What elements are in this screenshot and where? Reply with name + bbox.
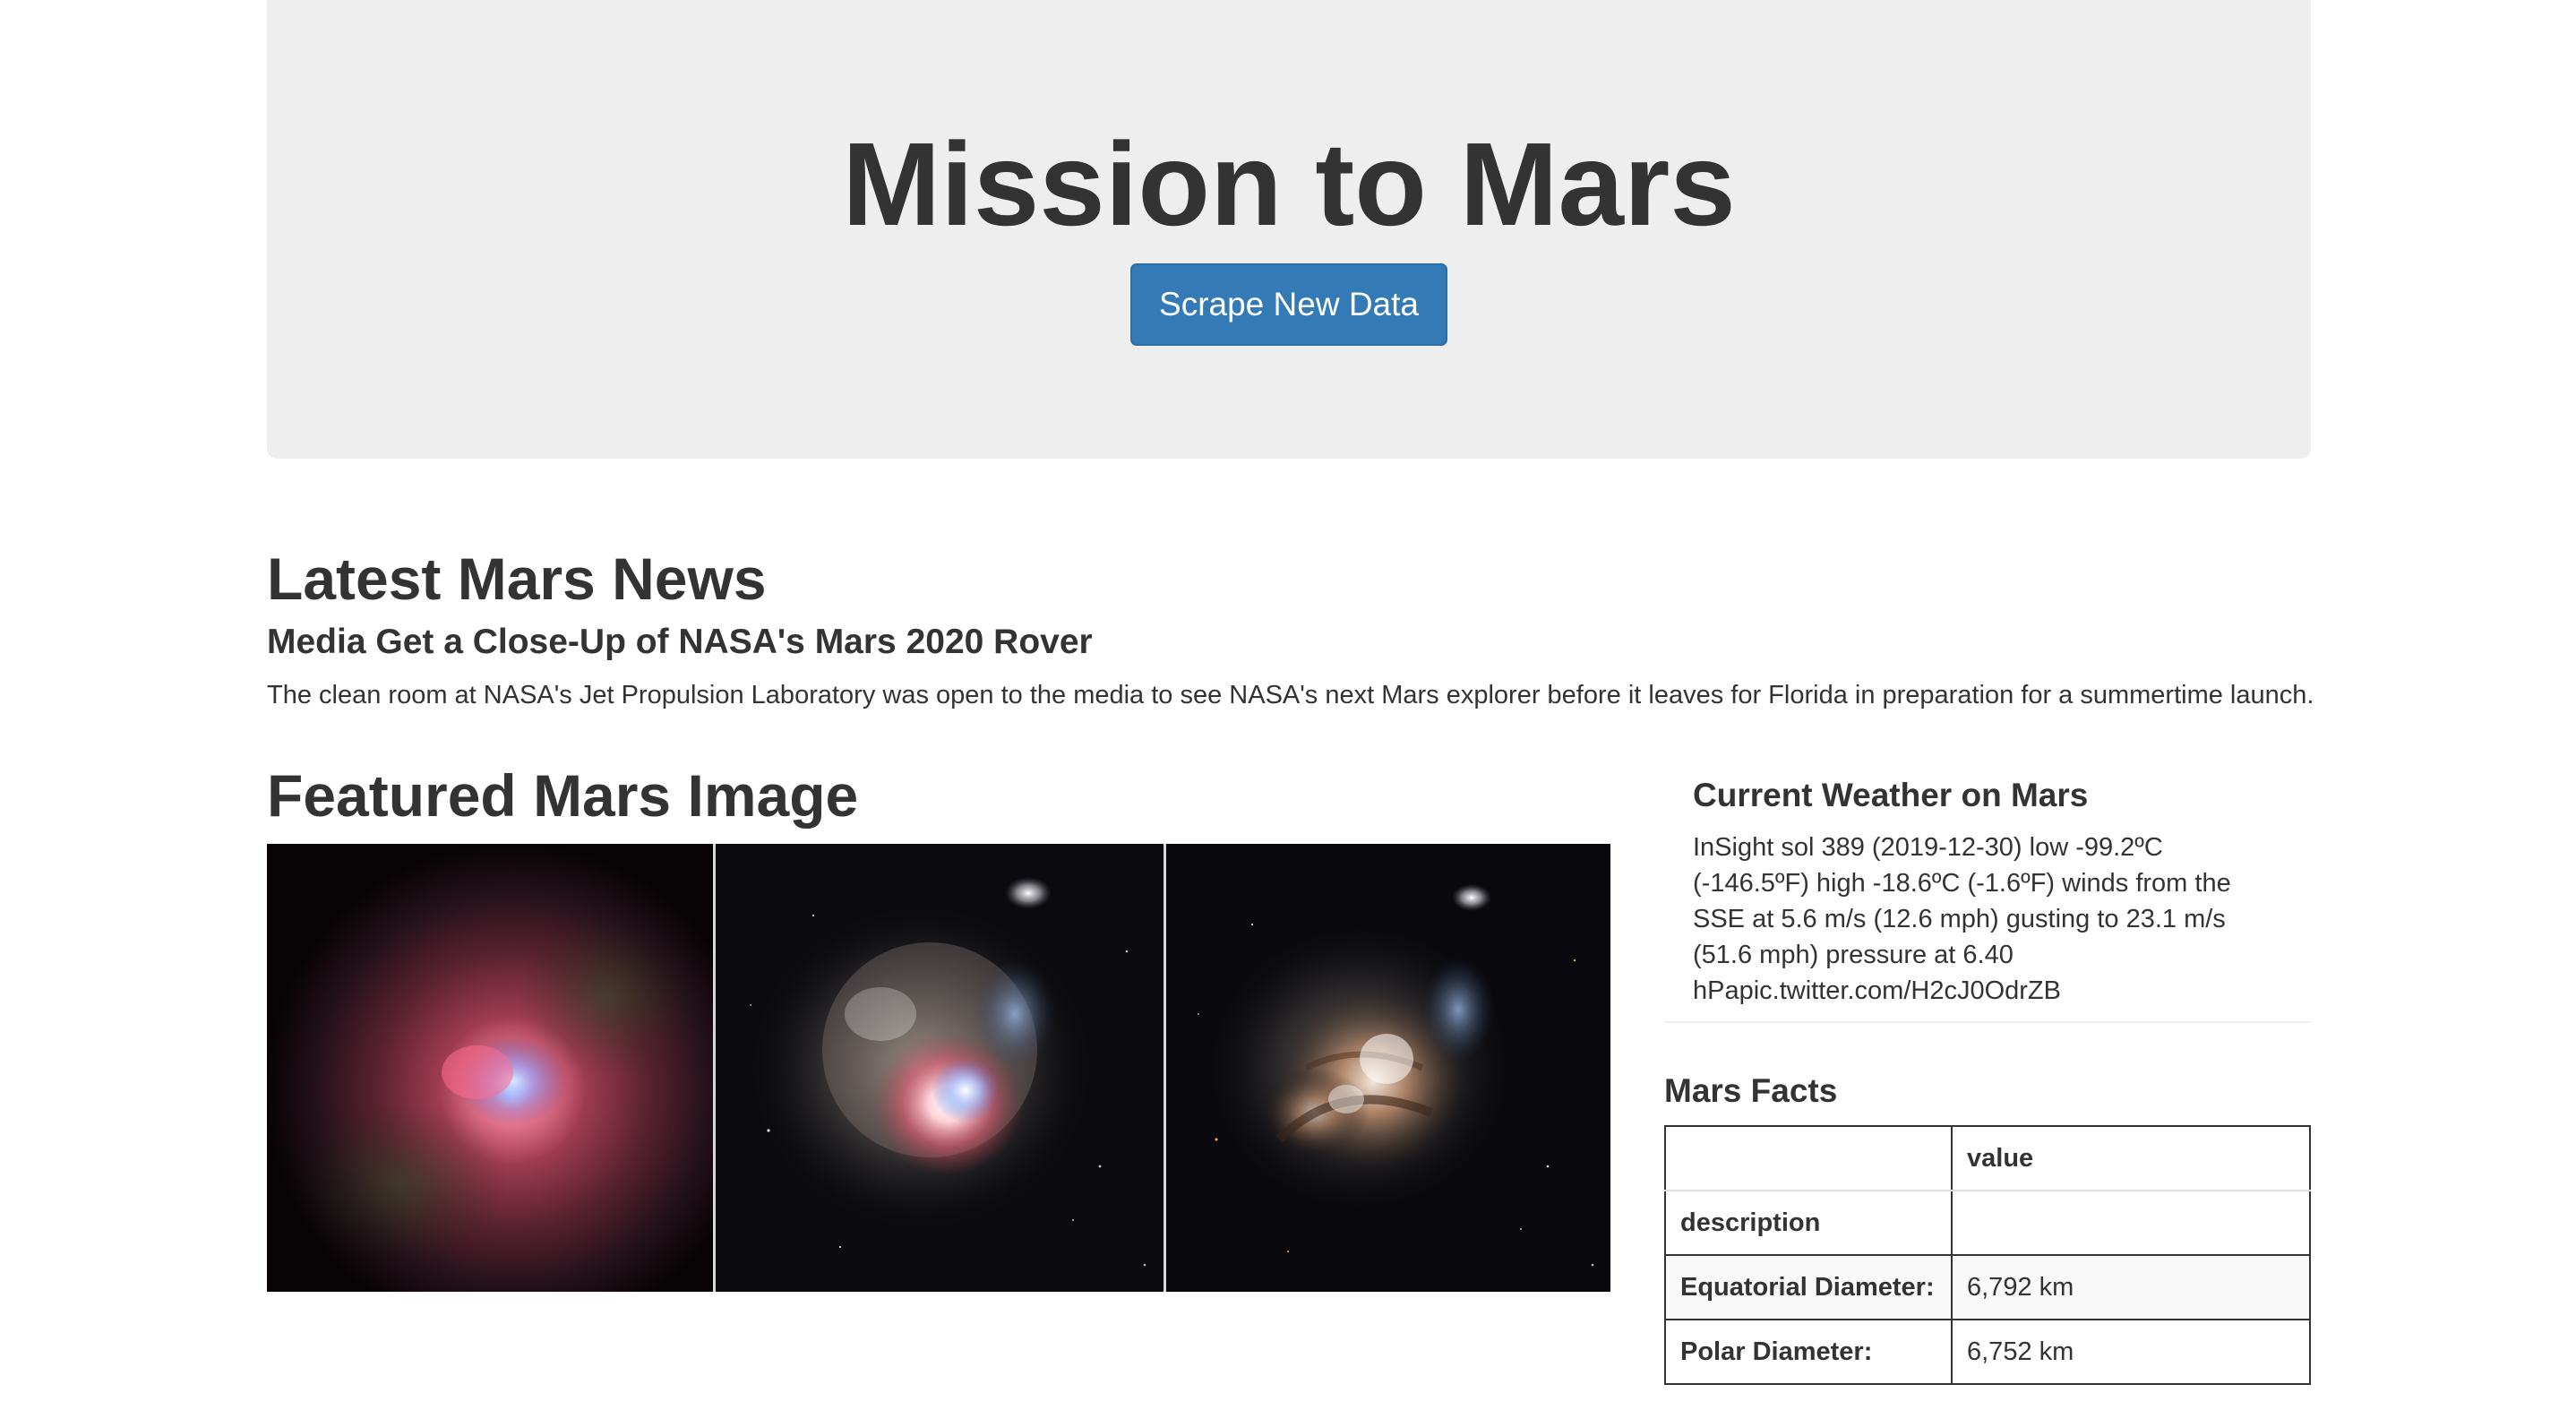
featured-image-heading: Featured Mars Image: [267, 762, 859, 829]
fact-value: 6,792 km: [1951, 1254, 2311, 1320]
table-row: description: [1664, 1190, 2311, 1256]
mars-facts-table: value description Equatorial Diameter: 6…: [1664, 1125, 2311, 1385]
weather-panel: Current Weather on Mars InSight sol 389 …: [1664, 772, 2311, 1023]
composite-panel: [716, 844, 1163, 1292]
fact-label: description: [1664, 1190, 1953, 1256]
table-row: Polar Diameter: 6,752 km: [1664, 1319, 2311, 1385]
page: Mission to Mars Scrape New Data Latest M…: [0, 0, 2576, 1410]
page-title: Mission to Mars: [842, 118, 1736, 250]
news-title: Media Get a Close-Up of NASA's Mars 2020…: [267, 623, 1093, 661]
news-section-heading: Latest Mars News: [267, 546, 767, 612]
fact-value: [1951, 1190, 2311, 1256]
featured-mars-image: [267, 844, 1610, 1292]
scrape-new-data-button[interactable]: Scrape New Data: [1130, 263, 1447, 346]
table-header-row: value: [1664, 1125, 2311, 1191]
optical-panel: [1166, 844, 1610, 1292]
column-header: [1664, 1125, 1953, 1191]
x-ray-panel: [267, 844, 713, 1292]
jumbotron: Mission to Mars Scrape New Data: [267, 0, 2311, 459]
news-paragraph: The clean room at NASA's Jet Propulsion …: [267, 681, 2314, 709]
table-row: Equatorial Diameter: 6,792 km: [1664, 1254, 2311, 1320]
weather-heading: Current Weather on Mars: [1693, 777, 2089, 813]
fact-value: 6,752 km: [1951, 1319, 2311, 1385]
mars-facts-heading: Mars Facts: [1664, 1072, 1838, 1109]
column-header-value: value: [1951, 1125, 2311, 1191]
fact-label: Polar Diameter:: [1664, 1319, 1953, 1385]
weather-text: InSight sol 389 (2019-12-30) low -99.2ºC…: [1693, 833, 2231, 1005]
fact-label: Equatorial Diameter:: [1664, 1254, 1953, 1320]
